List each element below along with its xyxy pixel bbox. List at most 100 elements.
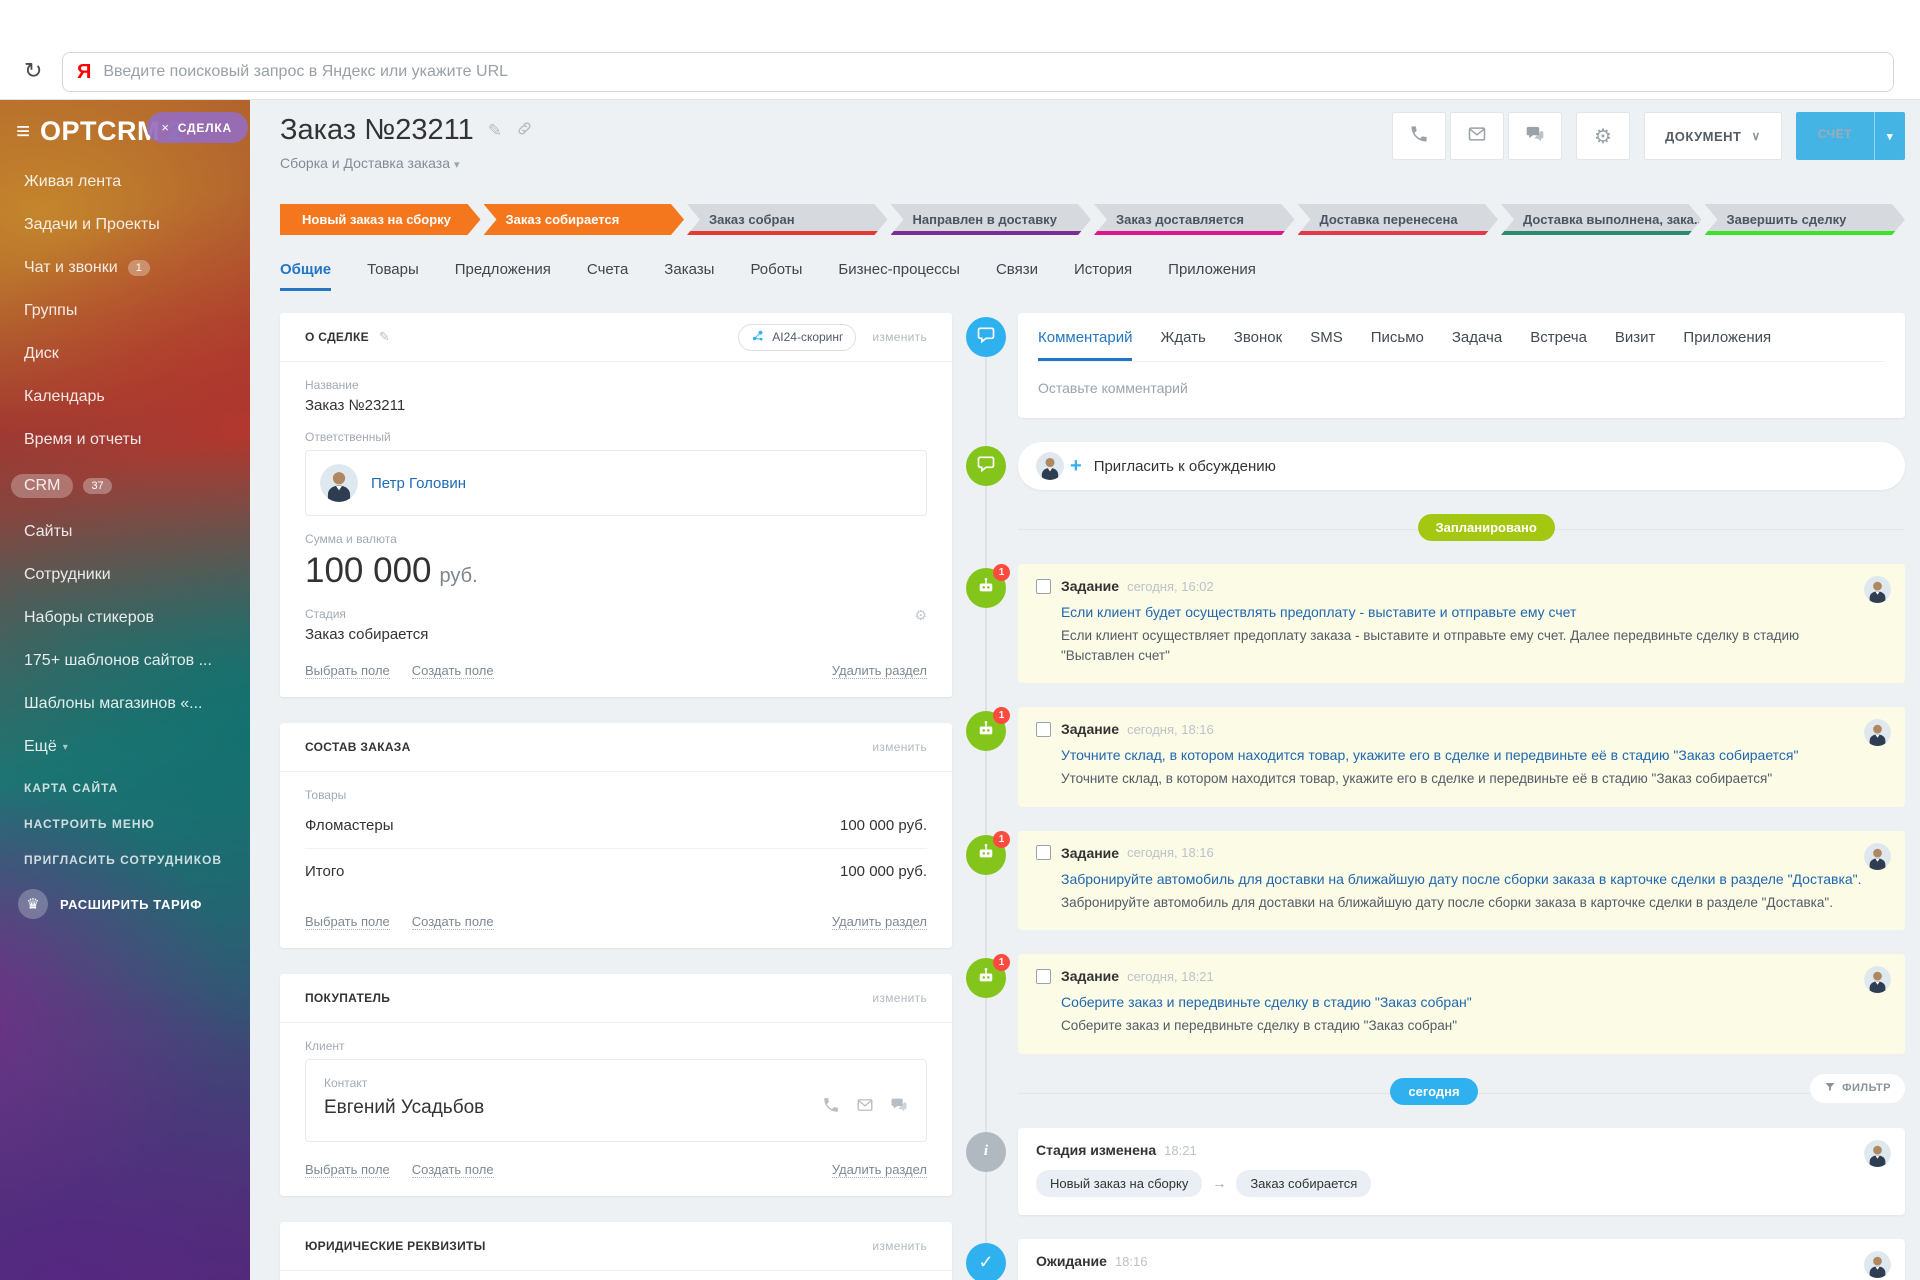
contact-name[interactable]: Евгений Усадьбов bbox=[324, 1097, 484, 1119]
edit-link[interactable]: изменить bbox=[872, 1239, 927, 1253]
sidebar-item-site-templates[interactable]: 175+ шаблонов сайтов ... bbox=[0, 652, 250, 670]
tab-business-processes[interactable]: Бизнес-процессы bbox=[838, 261, 960, 291]
settings-button[interactable]: ⚙ bbox=[1575, 112, 1630, 160]
tab-links[interactable]: Связи bbox=[996, 261, 1038, 291]
email-button[interactable] bbox=[1449, 112, 1504, 160]
tab-orders[interactable]: Заказы bbox=[664, 261, 714, 291]
history-entry: Стадия изменена 18:21 Новый заказ на сбор… bbox=[1018, 1127, 1905, 1215]
tab-quotes[interactable]: Предложения bbox=[455, 261, 551, 291]
tab-invoices[interactable]: Счета bbox=[587, 261, 628, 291]
deal-chip[interactable]: × СДЕЛКА bbox=[147, 112, 248, 143]
chat-button[interactable] bbox=[1507, 112, 1562, 160]
tab-history[interactable]: История bbox=[1074, 261, 1132, 291]
invite-to-discussion-button[interactable]: + Пригласить к обсуждению bbox=[1018, 442, 1905, 490]
select-field-link[interactable]: Выбрать поле bbox=[305, 663, 390, 679]
edit-link[interactable]: изменить bbox=[872, 991, 927, 1005]
reload-icon[interactable]: ↻ bbox=[24, 58, 42, 84]
edit-title-icon[interactable]: ✎ bbox=[488, 121, 502, 141]
select-field-link[interactable]: Выбрать поле bbox=[305, 914, 390, 930]
sidebar-item-employees[interactable]: Сотрудники bbox=[0, 566, 250, 584]
sidebar-item-disk[interactable]: Диск bbox=[0, 345, 250, 363]
client-box: Контакт Евгений Усадьбов bbox=[305, 1059, 927, 1142]
sidebar-item-tasks-projects[interactable]: Задачи и Проекты bbox=[0, 216, 250, 234]
sidebar-link-configure-menu[interactable]: НАСТРОИТЬ МЕНЮ bbox=[0, 817, 250, 831]
sidebar-link-invite-employees[interactable]: ПРИГЛАСИТЬ СОТРУДНИКОВ bbox=[0, 853, 250, 867]
invoice-dropdown-icon[interactable]: ▾ bbox=[1873, 112, 1905, 160]
sidebar-item-time-reports[interactable]: Время и отчеты bbox=[0, 431, 250, 449]
link-icon[interactable] bbox=[516, 120, 533, 142]
notification-badge: 1 bbox=[993, 564, 1010, 581]
task-body: Уточните склад, в котором находится това… bbox=[1061, 771, 1773, 787]
sidebar-item-live-feed[interactable]: Живая лента bbox=[0, 173, 250, 191]
timeline-tab-sms[interactable]: SMS bbox=[1310, 329, 1343, 361]
task-checkbox[interactable] bbox=[1036, 845, 1051, 861]
timeline-tab-call[interactable]: Звонок bbox=[1234, 329, 1282, 361]
invoice-button[interactable]: СЧЁТ ▾ bbox=[1795, 112, 1905, 160]
task-checkbox[interactable] bbox=[1036, 968, 1051, 984]
tab-robots[interactable]: Роботы bbox=[750, 261, 802, 291]
sidebar-item-more[interactable]: Ещё ▾ bbox=[0, 738, 250, 756]
document-button[interactable]: ДОКУМЕНТ ∨ bbox=[1643, 112, 1782, 160]
responsible-link[interactable]: Петр Головин bbox=[371, 475, 466, 492]
sidebar-item-chat-calls[interactable]: Чат и звонки 1 bbox=[0, 259, 250, 277]
stage-assembled[interactable]: Заказ собран bbox=[687, 204, 888, 235]
timeline-tab-email[interactable]: Письмо bbox=[1371, 329, 1424, 361]
tab-products[interactable]: Товары bbox=[367, 261, 419, 291]
select-field-link[interactable]: Выбрать поле bbox=[305, 1162, 390, 1178]
task-checkbox[interactable] bbox=[1036, 578, 1051, 594]
sidebar-item-groups[interactable]: Группы bbox=[0, 302, 250, 320]
field-label: Название bbox=[305, 378, 359, 392]
create-field-link[interactable]: Создать поле bbox=[411, 663, 494, 679]
task-title-link[interactable]: Уточните склад, в котором находится това… bbox=[1061, 747, 1887, 763]
gear-icon[interactable]: ⚙ bbox=[914, 607, 927, 624]
comment-input[interactable]: Оставьте комментарий bbox=[1038, 362, 1885, 396]
task-checkbox[interactable] bbox=[1036, 721, 1051, 737]
call-button[interactable] bbox=[1391, 112, 1446, 160]
stage-delivering[interactable]: Заказ доставляется bbox=[1094, 204, 1295, 235]
create-field-link[interactable]: Создать поле bbox=[411, 1162, 494, 1178]
sidebar-link-sitemap[interactable]: КАРТА САЙТА bbox=[0, 781, 250, 795]
timeline-tab-wait[interactable]: Ждать bbox=[1160, 329, 1205, 361]
stage-delivery-postponed[interactable]: Доставка перенесена bbox=[1298, 204, 1499, 235]
upgrade-plan-button[interactable]: ♛ РАСШИРИТЬ ТАРИФ bbox=[0, 889, 250, 919]
today-badge[interactable]: сегодня bbox=[1390, 1077, 1478, 1105]
stage-from-pill: Новый заказ на сборку bbox=[1036, 1169, 1203, 1197]
delete-section-link[interactable]: Удалить раздел bbox=[831, 1162, 927, 1178]
ai-scoring-button[interactable]: AI24-скоринг bbox=[738, 323, 857, 351]
timeline-tab-visit[interactable]: Визит bbox=[1615, 329, 1656, 361]
phone-icon[interactable] bbox=[822, 1096, 840, 1119]
address-bar[interactable]: Я bbox=[62, 52, 1894, 92]
edit-link[interactable]: изменить bbox=[872, 740, 927, 754]
edit-link[interactable]: изменить bbox=[872, 330, 927, 344]
stage-assembling[interactable]: Заказ собирается bbox=[484, 204, 685, 235]
close-icon[interactable]: × bbox=[161, 120, 169, 135]
edit-section-icon[interactable]: ✎ bbox=[379, 329, 390, 345]
stage-close-deal[interactable]: Завершить сделку bbox=[1705, 204, 1906, 235]
sidebar-item-stickers[interactable]: Наборы стикеров bbox=[0, 609, 250, 627]
timeline-tab-apps[interactable]: Приложения bbox=[1683, 329, 1771, 361]
sidebar-item-crm[interactable]: CRM 37 bbox=[0, 474, 250, 498]
delete-section-link[interactable]: Удалить раздел bbox=[831, 663, 927, 679]
task-title-link[interactable]: Забронируйте автомобиль для доставки на … bbox=[1061, 871, 1887, 887]
brand-logo[interactable]: OPTCRM bbox=[40, 116, 160, 147]
create-field-link[interactable]: Создать поле bbox=[411, 914, 494, 930]
mail-icon[interactable] bbox=[856, 1096, 874, 1119]
delete-section-link[interactable]: Удалить раздел bbox=[831, 914, 927, 930]
filter-button[interactable]: ФИЛЬТР bbox=[1810, 1073, 1905, 1103]
task-title-link[interactable]: Если клиент будет осуществлять предоплат… bbox=[1061, 604, 1887, 620]
tab-general[interactable]: Общие bbox=[280, 261, 332, 291]
stage-sent-to-delivery[interactable]: Направлен в доставку bbox=[891, 204, 1092, 235]
task-title-link[interactable]: Соберите заказ и передвиньте сделку в ст… bbox=[1061, 994, 1887, 1010]
stage-new-order[interactable]: Новый заказ на сборку bbox=[280, 204, 481, 235]
timeline-tab-comment[interactable]: Комментарий bbox=[1038, 329, 1133, 361]
timeline-tab-task[interactable]: Задача bbox=[1452, 329, 1502, 361]
stage-delivery-done[interactable]: Доставка выполнена, зака... bbox=[1501, 204, 1702, 235]
search-input[interactable] bbox=[103, 63, 1879, 81]
sidebar-item-shop-templates[interactable]: Шаблоны магазинов «... bbox=[0, 695, 250, 713]
sidebar-item-calendar[interactable]: Календарь bbox=[0, 388, 250, 406]
menu-hamburger-icon[interactable]: ≡ bbox=[16, 118, 30, 146]
sidebar-item-sites[interactable]: Сайты bbox=[0, 523, 250, 541]
chat-icon[interactable] bbox=[890, 1096, 908, 1119]
timeline-tab-meeting[interactable]: Встреча bbox=[1530, 329, 1587, 361]
tab-apps[interactable]: Приложения bbox=[1168, 261, 1256, 291]
